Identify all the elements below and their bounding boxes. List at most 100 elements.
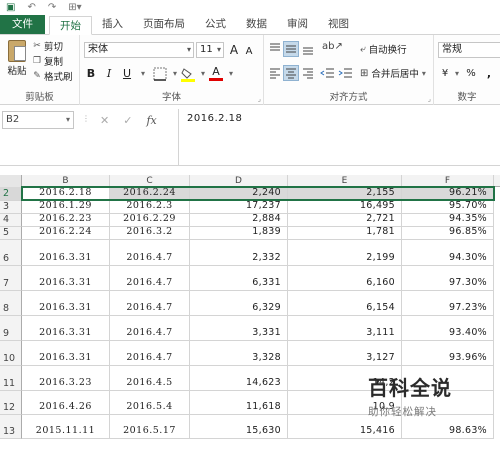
align-middle-button[interactable] [283,41,299,57]
column-header-e[interactable]: E [288,175,402,187]
customize-icon[interactable]: ⊞▾ [68,0,81,15]
cell-c[interactable]: 2016.4.7 [110,266,190,291]
cell-e[interactable]: 3,111 [288,316,402,341]
merge-center-button[interactable]: ⊞ 合并后居中 ▾ [360,66,426,81]
cell-f[interactable]: 94.30% [402,240,494,266]
cell-f[interactable]: 93.40% [402,316,494,341]
cell-e[interactable]: 2,199 [288,240,402,266]
tab-data[interactable]: 数据 [236,15,277,34]
cell-f[interactable]: 96.85% [402,227,494,240]
cell-c[interactable]: 2016.4.7 [110,316,190,341]
column-header-d[interactable]: D [190,175,288,187]
format-painter-button[interactable]: ✎ 格式刷 [32,69,72,83]
row-header[interactable]: 8 [0,291,22,316]
cell-e[interactable]: 3,127 [288,341,402,366]
cell-f[interactable]: 95.70% [402,201,494,214]
cell-b[interactable]: 2015.11.11 [22,415,110,439]
shrink-font-button[interactable]: A [242,44,256,60]
percent-button[interactable]: % [464,66,478,82]
row-header[interactable]: 3 [0,201,22,214]
row-header[interactable]: 9 [0,316,22,341]
cell-d[interactable]: 2,332 [190,240,288,266]
tab-insert[interactable]: 插入 [92,15,133,34]
row-header[interactable]: 4 [0,214,22,227]
underline-button[interactable]: U [120,66,134,82]
redo-icon[interactable]: ↷ [48,0,56,15]
font-name-select[interactable]: 宋体 ▾ [84,42,194,58]
cell-f[interactable]: 97.30% [402,266,494,291]
cell-c[interactable]: 2016.2.3 [110,201,190,214]
row-header[interactable]: 7 [0,266,22,291]
fill-color-button[interactable] [180,66,196,82]
copy-button[interactable]: ❐ 复制 [32,54,63,68]
undo-icon[interactable]: ↶ [27,0,35,15]
decrease-indent-button[interactable] [320,65,336,81]
wrap-text-button[interactable]: ⤶ 自动换行 [360,42,407,57]
align-left-button[interactable] [267,65,283,81]
name-box[interactable]: B2 ▾ [2,111,74,129]
cell-d[interactable]: 2,240 [190,187,288,201]
row-header[interactable]: 11 [0,366,22,391]
cell-d[interactable]: 15,630 [190,415,288,439]
cell-c[interactable]: 2016.3.2 [110,227,190,240]
chevron-down-icon[interactable]: ▾ [224,66,238,82]
enter-icon[interactable]: ✓ [123,114,132,127]
cell-f[interactable]: 96.21% [402,187,494,201]
orientation-button[interactable]: ab↗ [322,41,343,57]
cell-d[interactable]: 14,623 [190,366,288,391]
row-header[interactable]: 2 [0,187,22,201]
cell-b[interactable]: 2016.1.29 [22,201,110,214]
cell-d[interactable]: 3,328 [190,341,288,366]
cell-f[interactable]: 94.35% [402,214,494,227]
column-header-b[interactable]: B [22,175,110,187]
chevron-down-icon[interactable]: ▾ [450,66,464,82]
cell-d[interactable]: 6,331 [190,266,288,291]
tab-home[interactable]: 开始 [49,16,92,35]
cell-c[interactable]: 2016.4.7 [110,291,190,316]
cell-b[interactable]: 2016.3.31 [22,316,110,341]
cell-c[interactable]: 2016.2.29 [110,214,190,227]
cell-c[interactable]: 2016.4.7 [110,341,190,366]
cell-b[interactable]: 2016.3.31 [22,341,110,366]
cell-d[interactable]: 1,839 [190,227,288,240]
cell-e[interactable]: 2,155 [288,187,402,201]
tab-file[interactable]: 文件 [0,15,45,34]
align-center-button[interactable] [283,65,299,81]
cell-c[interactable]: 2016.4.7 [110,240,190,266]
cell-e[interactable]: 1,781 [288,227,402,240]
formula-input[interactable]: 2016.2.18 [178,109,500,166]
paste-button[interactable]: 粘贴 [4,38,30,77]
row-header[interactable]: 12 [0,391,22,415]
cell-d[interactable]: 6,329 [190,291,288,316]
tab-formulas[interactable]: 公式 [195,15,236,34]
tab-view[interactable]: 视图 [318,15,359,34]
cell-c[interactable]: 2016.5.4 [110,391,190,415]
cell-d[interactable]: 11,618 [190,391,288,415]
cell-b[interactable]: 2016.3.31 [22,291,110,316]
chevron-down-icon[interactable]: ▾ [136,66,150,82]
row-header[interactable]: 6 [0,240,22,266]
cell-c[interactable]: 2016.2.24 [110,187,190,201]
column-header-f[interactable]: F [402,175,494,187]
cell-e[interactable]: 6,160 [288,266,402,291]
align-top-button[interactable] [267,41,283,57]
italic-button[interactable]: I [102,66,116,82]
cell-b[interactable]: 2016.2.23 [22,214,110,227]
border-button[interactable] [152,66,168,82]
increase-indent-button[interactable] [338,65,354,81]
cell-d[interactable]: 2,884 [190,214,288,227]
cancel-icon[interactable]: ✕ [100,114,109,127]
number-format-select[interactable]: 常规 [438,42,500,58]
save-icon[interactable]: ▣ [6,0,15,15]
column-header-c[interactable]: C [110,175,190,187]
grow-font-button[interactable]: A [227,42,241,58]
cell-c[interactable]: 2016.4.5 [110,366,190,391]
cell-d[interactable]: 3,331 [190,316,288,341]
cell-e[interactable]: 6,154 [288,291,402,316]
row-header[interactable]: 10 [0,341,22,366]
dialog-launcher-icon[interactable]: ⌟ [258,95,261,103]
cell-f[interactable]: 93.96% [402,341,494,366]
align-right-button[interactable] [300,65,316,81]
cell-b[interactable]: 2016.2.18 [22,187,110,201]
row-header[interactable]: 13 [0,415,22,439]
